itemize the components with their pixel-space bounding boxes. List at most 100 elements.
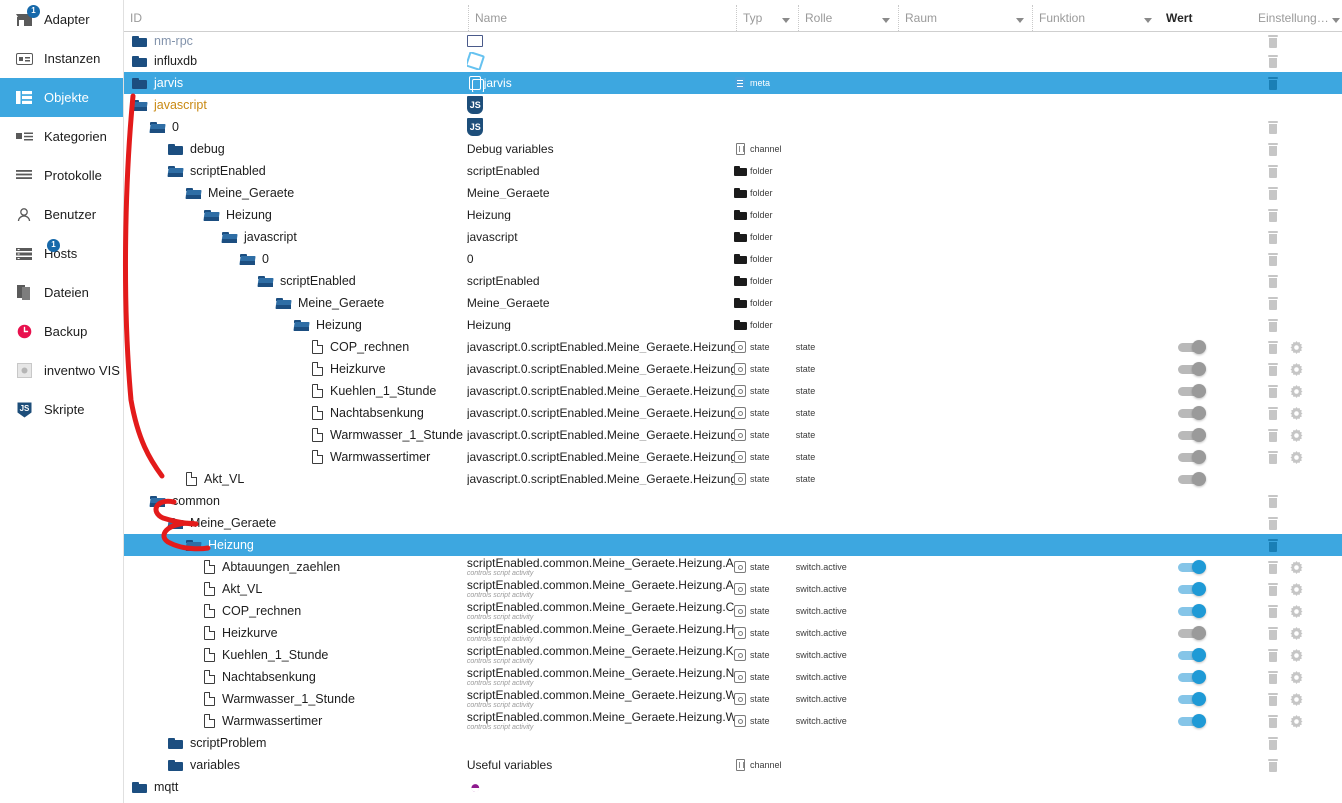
sidebar-item-protokolle[interactable]: Protokolle xyxy=(0,156,123,195)
value-toggle-switch[interactable] xyxy=(1175,582,1209,596)
cell-id[interactable]: Warmwassertimer xyxy=(124,714,467,728)
column-header-name[interactable]: Name xyxy=(468,5,736,31)
table-row[interactable]: Abtauungen_zaehlen scriptEnabled.common.M… xyxy=(124,556,1342,578)
value-toggle-switch[interactable] xyxy=(1175,472,1209,486)
table-row[interactable]: debug Debug variables channel xyxy=(124,138,1342,160)
delete-icon[interactable] xyxy=(1268,54,1279,68)
cell-id[interactable]: Heizkurve xyxy=(124,362,467,376)
value-toggle-switch[interactable] xyxy=(1175,384,1209,398)
cell-id[interactable]: Abtauungen_zaehlen xyxy=(124,560,467,574)
sidebar-item-hosts[interactable]: 1 Hosts xyxy=(0,234,123,273)
cell-id[interactable]: Akt_VL xyxy=(124,582,467,596)
cell-id[interactable]: Heizung xyxy=(124,538,467,552)
table-row[interactable]: 0 JS xyxy=(124,116,1342,138)
gear-icon[interactable] xyxy=(1290,670,1303,684)
cell-id[interactable]: scriptEnabled xyxy=(124,274,467,288)
value-toggle-switch[interactable] xyxy=(1175,560,1209,574)
sidebar-item-backup[interactable]: Backup xyxy=(0,312,123,351)
table-row[interactable]: COP_rechnen scriptEnabled.common.Meine_Ge… xyxy=(124,600,1342,622)
table-row[interactable]: influxdb xyxy=(124,50,1342,72)
delete-icon[interactable] xyxy=(1268,296,1279,310)
gear-icon[interactable] xyxy=(1290,362,1303,376)
delete-icon[interactable] xyxy=(1268,494,1279,508)
cell-id[interactable]: Kuehlen_1_Stunde xyxy=(124,384,467,398)
table-row[interactable]: Warmwasser_1_Stunde javascript.0.scriptEn… xyxy=(124,424,1342,446)
table-row[interactable]: Nachtabsenkung javascript.0.scriptEnabled… xyxy=(124,402,1342,424)
gear-icon[interactable] xyxy=(1290,406,1303,420)
table-row[interactable]: Akt_VL scriptEnabled.common.Meine_Geraete… xyxy=(124,578,1342,600)
cell-id[interactable]: Meine_Geraete xyxy=(124,296,467,310)
chevron-down-icon[interactable] xyxy=(1016,18,1024,23)
delete-icon[interactable] xyxy=(1268,626,1279,640)
delete-icon[interactable] xyxy=(1268,34,1279,48)
value-toggle-switch[interactable] xyxy=(1175,604,1209,618)
table-row[interactable]: scriptEnabled scriptEnabled folder xyxy=(124,160,1342,182)
delete-icon[interactable] xyxy=(1268,340,1279,354)
column-header-einstellung[interactable]: Einstellung… xyxy=(1248,5,1342,31)
delete-icon[interactable] xyxy=(1268,252,1279,266)
cell-id[interactable]: Meine_Geraete xyxy=(124,516,467,530)
gear-icon[interactable] xyxy=(1290,714,1303,728)
table-row[interactable]: Meine_Geraete Meine_Geraete folder xyxy=(124,292,1342,314)
column-header-funktion[interactable]: Funktion xyxy=(1032,5,1160,31)
table-row[interactable]: Heizkurve scriptEnabled.common.Meine_Gera… xyxy=(124,622,1342,644)
gear-icon[interactable] xyxy=(1290,450,1303,464)
delete-icon[interactable] xyxy=(1268,736,1279,750)
table-row[interactable]: nm-rpc xyxy=(124,32,1342,50)
delete-icon[interactable] xyxy=(1268,648,1279,662)
table-row[interactable]: Warmwasser_1_Stunde scriptEnabled.common.… xyxy=(124,688,1342,710)
cell-id[interactable]: COP_rechnen xyxy=(124,604,467,618)
gear-icon[interactable] xyxy=(1290,428,1303,442)
cell-id[interactable]: Heizung xyxy=(124,318,467,332)
delete-icon[interactable] xyxy=(1268,450,1279,464)
cell-id[interactable]: debug xyxy=(124,142,467,156)
cell-id[interactable]: nm-rpc xyxy=(124,34,467,48)
table-row[interactable]: common xyxy=(124,490,1342,512)
sidebar-item-inventwo-vis[interactable]: inventwo VIS xyxy=(0,351,123,390)
value-toggle-switch[interactable] xyxy=(1175,406,1209,420)
delete-icon[interactable] xyxy=(1268,758,1279,772)
delete-icon[interactable] xyxy=(1268,384,1279,398)
delete-icon[interactable] xyxy=(1268,670,1279,684)
column-header-raum[interactable]: Raum xyxy=(898,5,1032,31)
cell-id[interactable]: influxdb xyxy=(124,54,467,68)
value-toggle-switch[interactable] xyxy=(1175,340,1209,354)
delete-icon[interactable] xyxy=(1268,560,1279,574)
cell-id[interactable]: Meine_Geraete xyxy=(124,186,467,200)
delete-icon[interactable] xyxy=(1268,516,1279,530)
gear-icon[interactable] xyxy=(1290,384,1303,398)
table-row[interactable]: Kuehlen_1_Stunde javascript.0.scriptEnabl… xyxy=(124,380,1342,402)
delete-icon[interactable] xyxy=(1268,208,1279,222)
sidebar-item-objekte[interactable]: Objekte xyxy=(0,78,123,117)
value-toggle-switch[interactable] xyxy=(1175,692,1209,706)
cell-id[interactable]: COP_rechnen xyxy=(124,340,467,354)
gear-icon[interactable] xyxy=(1290,626,1303,640)
delete-icon[interactable] xyxy=(1268,142,1279,156)
cell-id[interactable]: variables xyxy=(124,758,467,772)
sidebar-item-benutzer[interactable]: Benutzer xyxy=(0,195,123,234)
gear-icon[interactable] xyxy=(1290,604,1303,618)
sidebar-item-dateien[interactable]: Dateien xyxy=(0,273,123,312)
value-toggle-switch[interactable] xyxy=(1175,714,1209,728)
cell-id[interactable]: jarvis xyxy=(124,76,467,90)
chevron-down-icon[interactable] xyxy=(782,18,790,23)
cell-id[interactable]: scriptEnabled xyxy=(124,164,467,178)
table-row[interactable]: Kuehlen_1_Stunde scriptEnabled.common.Mei… xyxy=(124,644,1342,666)
cell-id[interactable]: Warmwasser_1_Stunde xyxy=(124,692,467,706)
delete-icon[interactable] xyxy=(1268,406,1279,420)
sidebar-item-adapter[interactable]: 1 Adapter xyxy=(0,0,123,39)
value-toggle-switch[interactable] xyxy=(1175,626,1209,640)
table-row[interactable]: Heizung Heizung folder xyxy=(124,204,1342,226)
delete-icon[interactable] xyxy=(1268,120,1279,134)
table-row[interactable]: Heizung xyxy=(124,534,1342,556)
delete-icon[interactable] xyxy=(1268,582,1279,596)
cell-id[interactable]: Warmwasser_1_Stunde xyxy=(124,428,467,442)
table-row[interactable]: Akt_VL javascript.0.scriptEnabled.Meine_G… xyxy=(124,468,1342,490)
cell-id[interactable]: 0 xyxy=(124,120,467,134)
cell-id[interactable]: common xyxy=(124,494,467,508)
cell-id[interactable]: Akt_VL xyxy=(124,472,467,486)
cell-id[interactable]: mqtt xyxy=(124,780,467,794)
value-toggle-switch[interactable] xyxy=(1175,450,1209,464)
cell-id[interactable]: scriptProblem xyxy=(124,736,467,750)
table-row[interactable]: 0 0 folder xyxy=(124,248,1342,270)
